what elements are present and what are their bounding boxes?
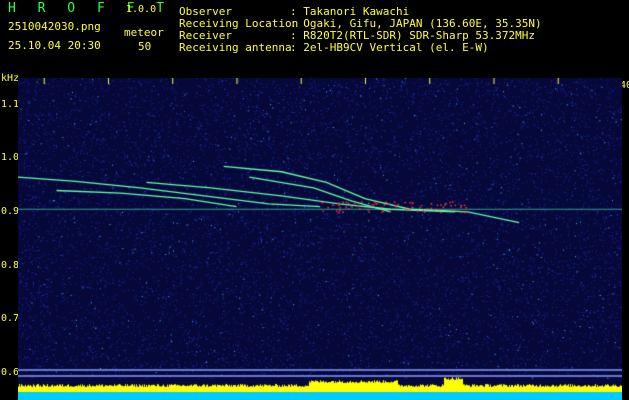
date-time: 25.10.04 20:30 — [8, 39, 101, 52]
y-tick-label: 0.7 — [1, 313, 20, 325]
y-tick-label: 0.8 — [1, 259, 20, 271]
hrofft-window: H R O F F T 1.0.0 2510042030.png 25.10.0… — [0, 0, 629, 400]
app-version: 1.0.0 — [126, 4, 157, 15]
info-key-antenna: Receiving antenna — [179, 41, 292, 54]
info-value-antenna: : 2el-HB9CV Vertical (el. E-W) — [290, 41, 489, 54]
file-name: 2510042030.png — [8, 20, 101, 33]
header-panel: H R O F F T 1.0.0 2510042030.png 25.10.0… — [0, 0, 629, 77]
y-tick-label: 0.9 — [1, 205, 20, 217]
y-tick-label: 0.6 — [1, 366, 20, 378]
spectrogram-canvas — [18, 78, 622, 400]
spectrogram-plot — [18, 78, 622, 400]
mode-label: meteor — [124, 26, 164, 39]
count-value: 50 — [138, 40, 152, 53]
y-axis-unit-label: kHz — [1, 73, 20, 84]
y-tick-label: 1.0 — [1, 152, 20, 164]
y-tick-label: 1.1 — [1, 98, 20, 110]
